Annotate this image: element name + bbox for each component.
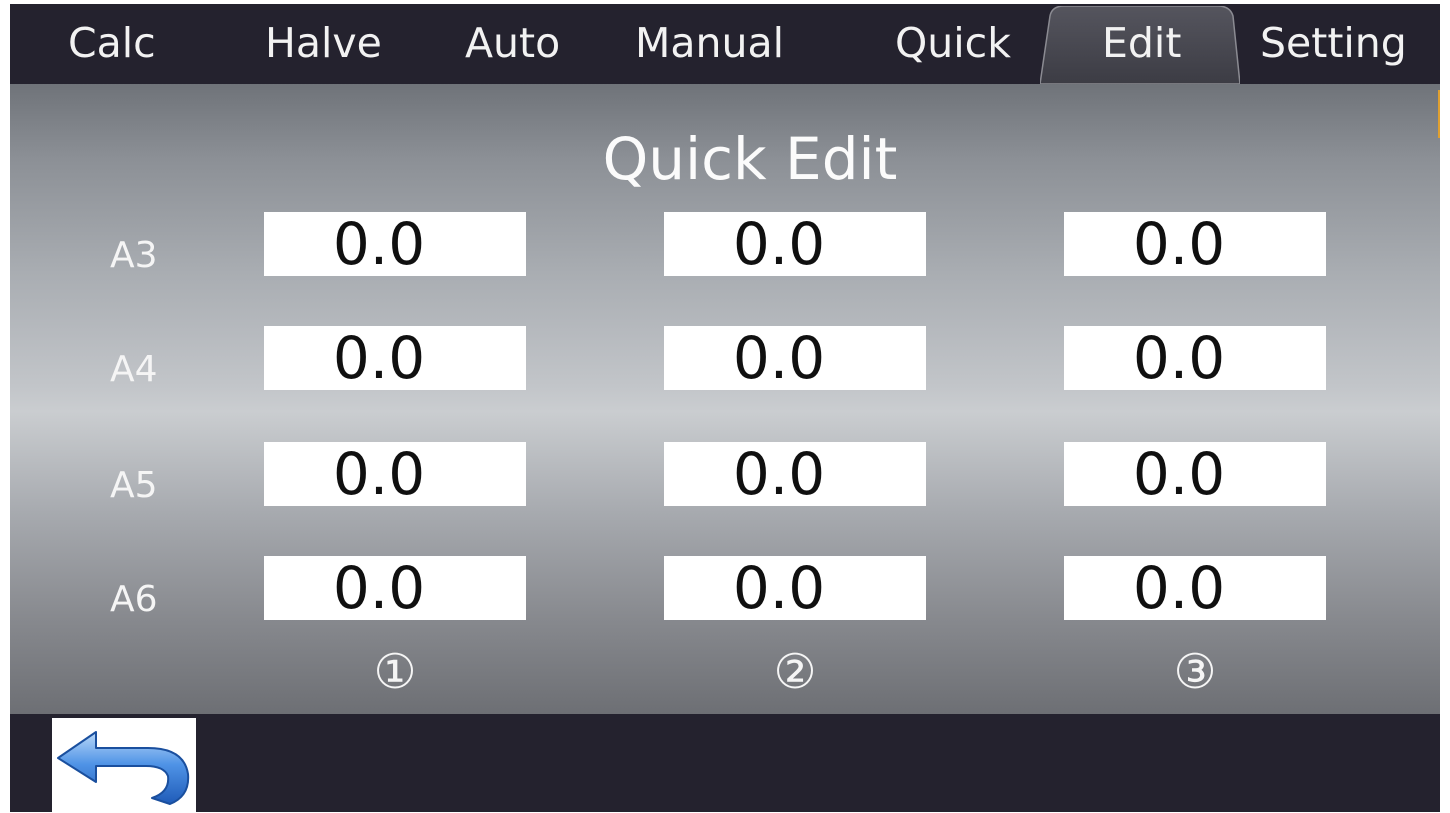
quick-edit-panel: Quick Edit A3 0.0 0.0 0.0 A4 0.0 0.0 0.0…	[10, 84, 1440, 714]
value-a4-col3[interactable]: 0.0	[1064, 326, 1326, 390]
tab-auto[interactable]: Auto	[465, 4, 560, 84]
row-label-a4: A4	[110, 349, 158, 390]
row-label-a6: A6	[110, 579, 158, 620]
value-a6-col3[interactable]: 0.0	[1064, 556, 1326, 620]
value-a3-col2[interactable]: 0.0	[664, 212, 926, 276]
tab-quick[interactable]: Quick	[895, 4, 1011, 84]
tab-edit[interactable]: Edit	[1102, 4, 1181, 84]
row-label-a3: A3	[110, 235, 158, 276]
row-label-a5: A5	[110, 465, 158, 506]
bottom-bar	[10, 714, 1440, 812]
column-number-1: ①	[373, 644, 417, 700]
value-a5-col2[interactable]: 0.0	[664, 442, 926, 506]
page-title: Quick Edit	[602, 125, 898, 193]
tab-manual[interactable]: Manual	[635, 4, 784, 84]
value-a6-col1[interactable]: 0.0	[264, 556, 526, 620]
tab-calc[interactable]: Calc	[68, 4, 156, 84]
value-a5-col1[interactable]: 0.0	[264, 442, 526, 506]
tab-bar: Calc Halve Auto Manual Quick Edit Settin…	[10, 4, 1440, 84]
value-a5-col3[interactable]: 0.0	[1064, 442, 1326, 506]
back-button[interactable]	[52, 718, 196, 812]
value-a4-col2[interactable]: 0.0	[664, 326, 926, 390]
value-a3-col3[interactable]: 0.0	[1064, 212, 1326, 276]
scroll-indicator	[1438, 90, 1440, 138]
tab-setting[interactable]: Setting	[1260, 4, 1407, 84]
value-a4-col1[interactable]: 0.0	[264, 326, 526, 390]
back-arrow-icon	[57, 731, 190, 805]
value-a3-col1[interactable]: 0.0	[264, 212, 526, 276]
value-a6-col2[interactable]: 0.0	[664, 556, 926, 620]
column-number-3: ③	[1173, 644, 1217, 700]
column-number-2: ②	[773, 644, 817, 700]
app-screen: Calc Halve Auto Manual Quick Edit Settin…	[10, 4, 1440, 812]
tab-halve[interactable]: Halve	[265, 4, 382, 84]
